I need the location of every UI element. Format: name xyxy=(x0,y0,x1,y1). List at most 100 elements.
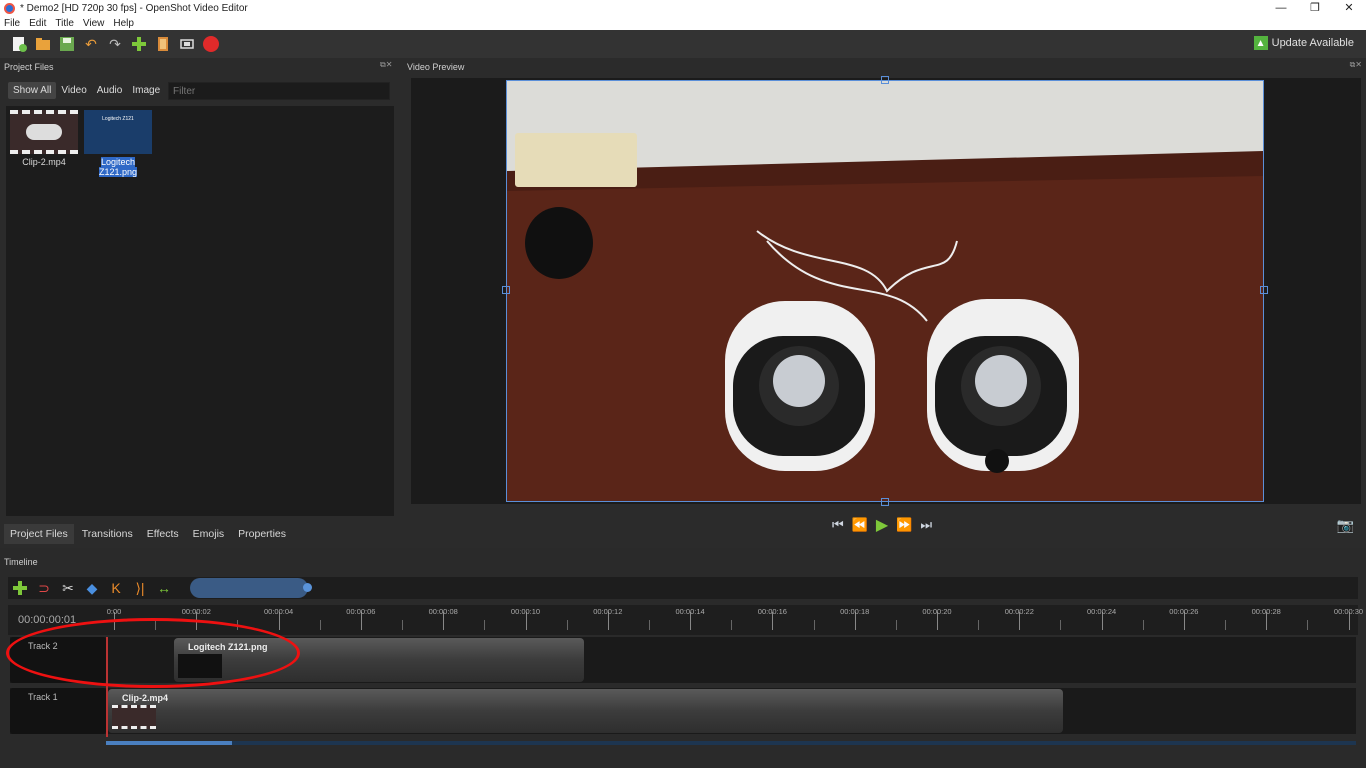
tab-project-files[interactable]: Project Files xyxy=(4,524,74,544)
film-strip-icon xyxy=(158,37,168,51)
clip-title: Clip-2.mp4 xyxy=(122,693,169,703)
menu-title[interactable]: Title xyxy=(55,18,74,29)
choose-profile-button[interactable] xyxy=(154,35,172,53)
tab-transitions[interactable]: Transitions xyxy=(76,524,139,544)
video-frame[interactable] xyxy=(506,80,1264,502)
logo-thumbnail: Logitech Z121 xyxy=(84,110,152,154)
video-preview-panel: Video Preview ⧉✕ ⏮ ⏪ ▶ ⏩ ⏭ 📷 xyxy=(403,58,1366,548)
video-canvas[interactable] xyxy=(411,76,1361,506)
prev-marker-icon: K xyxy=(111,580,121,596)
close-button[interactable]: ✕ xyxy=(1332,0,1366,16)
ruler-tick-label: 00:00:18 xyxy=(840,607,870,616)
window-titlebar: * Demo2 [HD 720p 30 fps] - OpenShot Vide… xyxy=(0,0,1366,16)
horizontal-scrollbar[interactable] xyxy=(106,741,1356,745)
ruler-minor-tick xyxy=(484,620,486,630)
maximize-button[interactable]: ❐ xyxy=(1298,0,1332,16)
ruler-tick-label: 00:00:06 xyxy=(346,607,376,616)
tab-properties[interactable]: Properties xyxy=(232,524,292,544)
folder-icon xyxy=(36,38,50,50)
fast-forward-button[interactable]: ⏩ xyxy=(896,517,912,533)
minimize-button[interactable]: — xyxy=(1264,0,1298,16)
open-project-button[interactable] xyxy=(34,35,52,53)
project-files-panel: Project Files ⧉✕ Show All Video Audio Im… xyxy=(0,58,403,548)
redo-button[interactable]: ↷ xyxy=(106,35,124,53)
center-playhead-button[interactable]: ↔ xyxy=(156,580,172,596)
ruler-tick-label: 00:00:02 xyxy=(181,607,211,616)
file-item-logo[interactable]: Logitech Z121 Logitech Z121.png xyxy=(82,110,154,177)
fullscreen-button[interactable] xyxy=(178,35,196,53)
tab-emojis[interactable]: Emojis xyxy=(187,524,231,544)
update-available-button[interactable]: ▲ Update Available xyxy=(1253,36,1354,50)
ruler-minor-tick xyxy=(813,620,815,630)
ruler-minor-tick xyxy=(1307,620,1309,630)
filter-image[interactable]: Image xyxy=(127,82,165,99)
tab-effects[interactable]: Effects xyxy=(141,524,185,544)
export-video-button[interactable] xyxy=(202,35,220,53)
center-icon: ↔ xyxy=(157,580,171,596)
thumbnail-content xyxy=(26,124,62,140)
file-item-clip[interactable]: Clip-2.mp4 xyxy=(8,110,80,167)
camera-icon[interactable]: 📷 xyxy=(1337,517,1354,534)
track-name: Track 1 xyxy=(28,692,58,702)
marker-icon: ◆ xyxy=(86,579,98,596)
add-marker-button[interactable]: ◆ xyxy=(84,580,100,596)
save-icon xyxy=(60,37,74,51)
player-controls: ⏮ ⏪ ▶ ⏩ ⏭ xyxy=(828,515,936,535)
video-preview-title: Video Preview xyxy=(407,62,465,72)
transform-handle[interactable] xyxy=(502,286,510,294)
clip-clip-2[interactable]: Clip-2.mp4 xyxy=(108,689,1063,733)
filter-row: Show All Video Audio Image xyxy=(8,82,394,100)
ruler-tick-label: 00:00:28 xyxy=(1251,607,1281,616)
ruler-tick-label: 00:00:24 xyxy=(1086,607,1117,616)
undo-icon: ↶ xyxy=(85,35,97,52)
rewind-button[interactable]: ⏪ xyxy=(852,517,868,533)
track-1[interactable]: Track 1 Clip-2.mp4 xyxy=(10,688,1356,734)
menu-help[interactable]: Help xyxy=(113,18,134,29)
ruler-minor-tick xyxy=(1142,620,1144,630)
zoom-slider-handle[interactable] xyxy=(303,583,312,592)
menu-edit[interactable]: Edit xyxy=(29,18,46,29)
menu-file[interactable]: File xyxy=(4,18,20,29)
ruler-minor-tick xyxy=(1060,620,1062,630)
new-project-button[interactable] xyxy=(10,35,28,53)
zoom-slider[interactable] xyxy=(190,578,312,598)
next-marker-button[interactable]: ⟩| xyxy=(132,580,148,596)
transform-handle[interactable] xyxy=(881,498,889,506)
project-files-list: Clip-2.mp4 Logitech Z121 Logitech Z121.p… xyxy=(6,106,394,516)
magnet-icon: ⊃ xyxy=(38,579,50,596)
ruler-minor-tick xyxy=(402,620,404,630)
panel-float-icon[interactable]: ⧉✕ xyxy=(1350,60,1362,70)
file-label: Logitech Z121.png xyxy=(98,157,138,177)
project-files-title: Project Files xyxy=(4,62,54,72)
ruler-tick-label: 0:00 xyxy=(106,607,122,616)
filter-show-all[interactable]: Show All xyxy=(8,82,57,99)
plus-icon xyxy=(132,37,146,51)
track-header[interactable]: Track 1 xyxy=(10,688,106,734)
filter-audio[interactable]: Audio xyxy=(92,82,128,99)
ruler-tick-label: 00:00:14 xyxy=(675,607,705,616)
save-project-button[interactable] xyxy=(58,35,76,53)
undo-button[interactable]: ↶ xyxy=(82,35,100,53)
window-title: * Demo2 [HD 720p 30 fps] - OpenShot Vide… xyxy=(20,2,248,14)
transform-handle[interactable] xyxy=(881,76,889,84)
ruler-minor-tick xyxy=(731,620,733,630)
ruler-tick-label: 00:00:22 xyxy=(1004,607,1034,616)
filter-input[interactable] xyxy=(168,82,390,100)
next-marker-icon: ⟩| xyxy=(135,579,145,596)
add-track-button[interactable] xyxy=(12,580,28,596)
filter-video[interactable]: Video xyxy=(56,82,91,99)
ruler-tick-label: 00:00:10 xyxy=(510,607,541,616)
jump-end-button[interactable]: ⏭ xyxy=(920,517,932,533)
jump-start-button[interactable]: ⏮ xyxy=(832,517,844,533)
scrollbar-thumb[interactable] xyxy=(106,741,232,745)
timeline-title: Timeline xyxy=(4,557,38,567)
play-button[interactable]: ▶ xyxy=(876,515,888,535)
ruler-tick-label: 00:00:04 xyxy=(263,607,294,616)
transform-handle[interactable] xyxy=(1260,286,1268,294)
import-files-button[interactable] xyxy=(130,35,148,53)
snapping-button[interactable]: ⊃ xyxy=(36,580,52,596)
menu-view[interactable]: View xyxy=(83,18,105,29)
razor-button[interactable]: ✂ xyxy=(60,580,76,596)
panel-float-icon[interactable]: ⧉✕ xyxy=(380,60,392,70)
previous-marker-button[interactable]: K xyxy=(108,580,124,596)
